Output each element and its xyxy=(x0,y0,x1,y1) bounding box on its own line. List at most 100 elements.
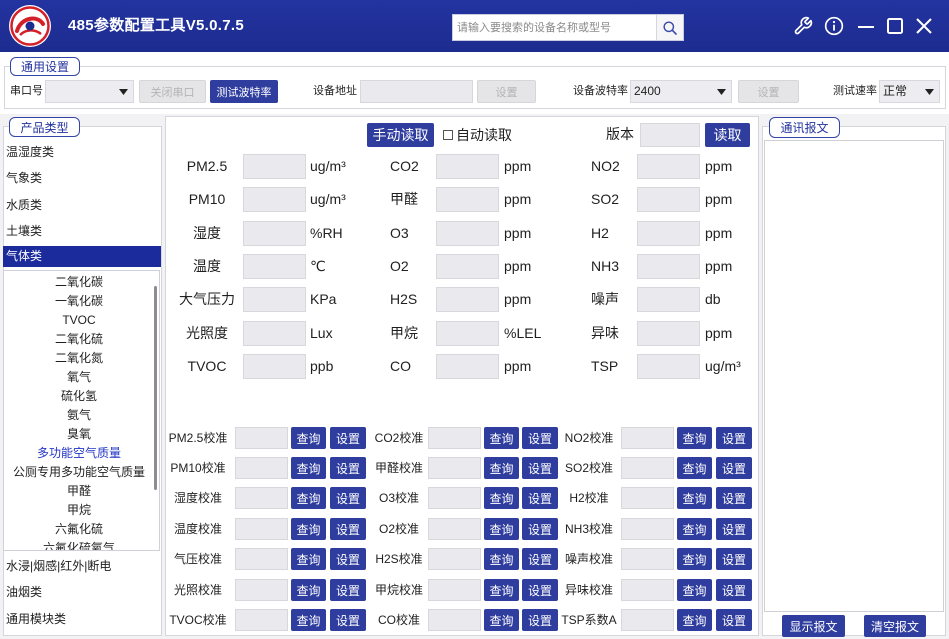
tvoc-value-field[interactable] xyxy=(243,354,306,379)
illuminance-value-field[interactable] xyxy=(243,321,306,346)
methane-value-field[interactable] xyxy=(436,321,499,346)
category-water-quality[interactable]: 水质类 xyxy=(6,195,42,215)
noise-set-button[interactable]: 设置 xyxy=(716,548,752,570)
gas-device-o2[interactable]: 氧气 xyxy=(4,368,154,387)
so2-set-button[interactable]: 设置 xyxy=(716,457,752,479)
category-water-smoke-infrared-power[interactable]: 水浸|烟感|红外|断电 xyxy=(6,556,111,576)
read-version-button[interactable]: 读取 xyxy=(705,123,750,147)
temperature-set-button[interactable]: 设置 xyxy=(330,518,366,540)
show-messages-button[interactable]: 显示报文 xyxy=(782,615,845,637)
gas-device-no2[interactable]: 二氧化氮 xyxy=(4,349,154,368)
o2-calibration-field[interactable] xyxy=(428,518,481,540)
illuminance-calibration-field[interactable] xyxy=(235,579,288,601)
o3-set-button[interactable]: 设置 xyxy=(522,487,558,509)
temperature-query-button[interactable]: 查询 xyxy=(291,518,326,540)
formaldehyde-value-field[interactable] xyxy=(436,187,499,212)
o2-query-button[interactable]: 查询 xyxy=(484,518,519,540)
h2-calibration-field[interactable] xyxy=(621,487,674,509)
tvoc-set-button[interactable]: 设置 xyxy=(330,609,366,631)
minimize-icon[interactable] xyxy=(856,16,876,36)
co-calibration-field[interactable] xyxy=(428,609,481,631)
info-icon[interactable] xyxy=(824,16,844,36)
odor-value-field[interactable] xyxy=(637,321,700,346)
test-rate-dropdown[interactable]: 正常 xyxy=(879,80,940,103)
noise-query-button[interactable]: 查询 xyxy=(677,548,712,570)
no2-value-field[interactable] xyxy=(637,154,700,179)
methane-set-button[interactable]: 设置 xyxy=(522,579,558,601)
formaldehyde-set-button[interactable]: 设置 xyxy=(522,457,558,479)
humidity-calibration-field[interactable] xyxy=(235,487,288,509)
air-pressure-set-button[interactable]: 设置 xyxy=(330,548,366,570)
gas-device-co[interactable]: 一氧化碳 xyxy=(4,292,154,311)
odor-set-button[interactable]: 设置 xyxy=(716,579,752,601)
illuminance-set-button[interactable]: 设置 xyxy=(330,579,366,601)
odor-calibration-field[interactable] xyxy=(621,579,674,601)
formaldehyde-query-button[interactable]: 查询 xyxy=(484,457,519,479)
so2-query-button[interactable]: 查询 xyxy=(677,457,712,479)
pm10-query-button[interactable]: 查询 xyxy=(291,457,326,479)
tsp-coefficient-a-query-button[interactable]: 查询 xyxy=(677,609,712,631)
no2-set-button[interactable]: 设置 xyxy=(716,427,752,449)
air-pressure-calibration-field[interactable] xyxy=(235,548,288,570)
co-set-button[interactable]: 设置 xyxy=(522,609,558,631)
o3-value-field[interactable] xyxy=(436,221,499,246)
co2-calibration-field[interactable] xyxy=(428,427,481,449)
no2-calibration-field[interactable] xyxy=(621,427,674,449)
gas-device-formaldehyde[interactable]: 甲醛 xyxy=(4,482,154,501)
set-address-button[interactable]: 设置 xyxy=(477,80,536,103)
h2s-value-field[interactable] xyxy=(436,287,499,312)
temperature-calibration-field[interactable] xyxy=(235,518,288,540)
o3-query-button[interactable]: 查询 xyxy=(484,487,519,509)
pm25-set-button[interactable]: 设置 xyxy=(330,427,366,449)
pm25-value-field[interactable] xyxy=(243,154,306,179)
maximize-icon[interactable] xyxy=(885,16,905,36)
gas-device-toilet-multi-air-quality[interactable]: 公厕专用多功能空气质量 xyxy=(4,463,154,482)
pm25-query-button[interactable]: 查询 xyxy=(291,427,326,449)
no2-query-button[interactable]: 查询 xyxy=(677,427,712,449)
version-field[interactable] xyxy=(640,123,700,147)
gas-device-h2s[interactable]: 硫化氢 xyxy=(4,387,154,406)
temperature-value-field[interactable] xyxy=(243,254,306,279)
pm10-value-field[interactable] xyxy=(243,187,306,212)
search-input[interactable] xyxy=(453,15,656,40)
humidity-value-field[interactable] xyxy=(243,221,306,246)
gas-device-nh3[interactable]: 氨气 xyxy=(4,406,154,425)
wrench-icon[interactable] xyxy=(793,16,813,36)
air-pressure-query-button[interactable]: 查询 xyxy=(291,548,326,570)
tvoc-calibration-field[interactable] xyxy=(235,609,288,631)
serial-port-dropdown[interactable] xyxy=(45,80,134,103)
tsp-coefficient-a-calibration-field[interactable] xyxy=(621,609,674,631)
gas-device-methane[interactable]: 甲烷 xyxy=(4,501,154,520)
co-value-field[interactable] xyxy=(436,354,499,379)
close-icon[interactable] xyxy=(914,16,934,36)
so2-value-field[interactable] xyxy=(637,187,700,212)
search-button[interactable] xyxy=(656,15,683,40)
co2-value-field[interactable] xyxy=(436,154,499,179)
gas-device-list-scrollbar[interactable] xyxy=(154,286,157,490)
illuminance-query-button[interactable]: 查询 xyxy=(291,579,326,601)
manual-read-button[interactable]: 手动读取 xyxy=(367,123,434,147)
co-query-button[interactable]: 查询 xyxy=(484,609,519,631)
noise-value-field[interactable] xyxy=(637,287,700,312)
gas-device-co2[interactable]: 二氧化碳 xyxy=(4,273,154,292)
methane-calibration-field[interactable] xyxy=(428,579,481,601)
o2-set-button[interactable]: 设置 xyxy=(522,518,558,540)
tsp-value-field[interactable] xyxy=(637,354,700,379)
category-fume[interactable]: 油烟类 xyxy=(6,582,42,602)
category-weather[interactable]: 气象类 xyxy=(6,168,42,188)
formaldehyde-calibration-field[interactable] xyxy=(428,457,481,479)
category-general-module[interactable]: 通用模块类 xyxy=(6,609,66,629)
co2-set-button[interactable]: 设置 xyxy=(522,427,558,449)
pm25-calibration-field[interactable] xyxy=(235,427,288,449)
clear-messages-button[interactable]: 清空报文 xyxy=(864,615,926,637)
category-temperature-humidity[interactable]: 温湿度类 xyxy=(6,142,54,162)
nh3-value-field[interactable] xyxy=(637,254,700,279)
auto-read-checkbox[interactable] xyxy=(443,130,453,140)
so2-calibration-field[interactable] xyxy=(621,457,674,479)
gas-device-multi-air-quality[interactable]: 多功能空气质量 xyxy=(4,444,154,463)
o3-calibration-field[interactable] xyxy=(428,487,481,509)
o2-value-field[interactable] xyxy=(436,254,499,279)
nh3-calibration-field[interactable] xyxy=(621,518,674,540)
h2-value-field[interactable] xyxy=(637,221,700,246)
category-gas[interactable]: 气体类 xyxy=(3,246,161,267)
